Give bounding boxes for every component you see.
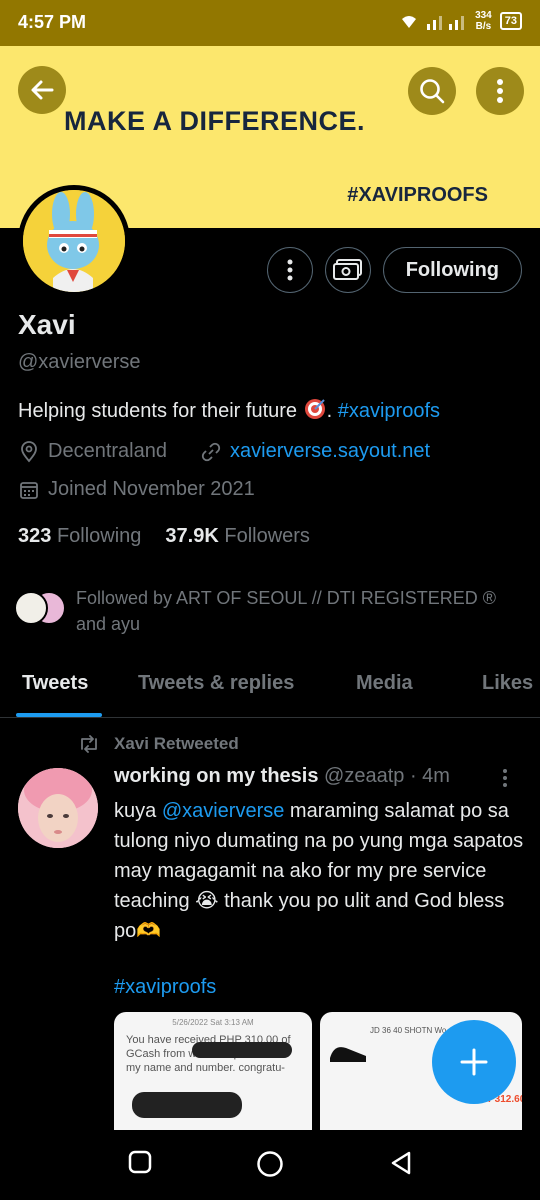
status-bar: 4:57 PM 334 B/s 73 <box>0 0 540 46</box>
search-button[interactable] <box>408 67 456 115</box>
status-time: 4:57 PM <box>18 12 87 32</box>
bio-separator: . <box>326 400 338 422</box>
bio-hashtag-link[interactable]: #xaviproofs <box>338 400 440 422</box>
joined-text: Joined November 2021 <box>48 478 255 500</box>
following-button[interactable]: Following <box>382 247 522 293</box>
money-icon <box>332 259 362 280</box>
redaction-bar <box>192 1042 292 1058</box>
profile-tabs: Tweets Tweets & replies Media Likes <box>0 660 540 718</box>
bio-text: Helping students for their future <box>18 400 303 422</box>
calendar-icon <box>20 481 38 499</box>
link-icon <box>201 442 221 461</box>
plus-icon <box>460 1048 488 1076</box>
tweet-time: · 4m <box>409 765 450 787</box>
banner-hashtag: #XAVIPROOFS <box>347 184 488 206</box>
more-vertical-icon <box>287 259 293 281</box>
profile-joined: Joined November 2021 <box>18 478 255 501</box>
profile-website[interactable]: xavierverse.sayout.net <box>200 440 430 463</box>
more-vertical-icon <box>503 769 507 787</box>
tweet-header: working on my thesis @zeaatp · 4m <box>114 765 450 788</box>
profile-actions: Following <box>266 247 522 293</box>
triangle-back-icon <box>391 1151 411 1175</box>
redaction-bar <box>132 1092 242 1118</box>
recents-button[interactable] <box>128 1150 152 1179</box>
battery-indicator: 73 <box>499 12 522 30</box>
target-emoji-icon <box>304 399 325 419</box>
tab-likes[interactable]: Likes <box>482 672 533 695</box>
home-button[interactable] <box>256 1150 284 1183</box>
status-icons: 334 B/s 73 <box>399 10 522 32</box>
arrow-left-icon <box>31 80 54 100</box>
profile-bio: Helping students for their future . #xav… <box>18 397 440 423</box>
back-button[interactable] <box>18 66 66 114</box>
followed-by-avatars <box>14 591 74 627</box>
more-options-button[interactable] <box>476 67 524 115</box>
receipt-date: 5/26/2022 Sat 3:13 AM <box>172 1018 254 1027</box>
followers-count: 37.9K <box>165 525 219 547</box>
location-text: Decentraland <box>48 440 167 462</box>
followers-label: Followers <box>224 525 310 547</box>
tab-media[interactable]: Media <box>356 672 413 695</box>
network-speed: 334 B/s <box>475 10 492 32</box>
website-link[interactable]: xavierverse.sayout.net <box>230 440 430 463</box>
active-tab-indicator <box>16 713 102 717</box>
profile-handle: @xavierverse <box>18 351 141 373</box>
banner-headline: MAKE A DIFFERENCE. <box>64 106 366 136</box>
signal-icon <box>427 16 465 30</box>
more-vertical-icon <box>497 79 503 103</box>
tweet-text: kuya @xavierverse maraming salamat po sa… <box>114 800 524 942</box>
back-nav-button[interactable] <box>388 1150 414 1181</box>
profile-avatar[interactable] <box>18 185 130 297</box>
follower-avatar <box>14 591 48 625</box>
compose-tweet-button[interactable] <box>432 1020 516 1104</box>
tip-button[interactable] <box>324 247 371 293</box>
tab-tweets[interactable]: Tweets <box>22 672 88 695</box>
search-icon <box>420 79 445 104</box>
profile-name: Xavi <box>18 309 76 340</box>
tweet-author-avatar[interactable] <box>18 768 98 848</box>
tweet-author-name[interactable]: working on my thesis <box>114 765 318 787</box>
wifi-icon <box>402 16 417 28</box>
square-icon <box>128 1150 152 1174</box>
circle-icon <box>257 1151 283 1177</box>
tweet-image-gcash-receipt[interactable]: 5/26/2022 Sat 3:13 AM You have received … <box>114 1012 312 1132</box>
tweet-author-handle[interactable]: @zeaatp <box>324 765 404 787</box>
location-pin-icon <box>21 440 37 462</box>
tweet-hashtag-link[interactable]: #xaviproofs <box>114 976 216 999</box>
following-count: 323 <box>18 525 52 547</box>
mascot-avatar-image <box>23 190 125 292</box>
profile-location: Decentraland <box>18 440 167 463</box>
tweet-more-button[interactable] <box>502 768 508 793</box>
following-label: Following <box>56 525 142 547</box>
followed-by-text: Followed by ART OF SEOUL // DTI REGISTER… <box>76 588 497 634</box>
author-photo <box>18 768 98 848</box>
shoe-image <box>330 1047 366 1062</box>
retweeted-by-text: Xavi Retweeted <box>114 734 239 753</box>
following-count-link[interactable]: 323 Following <box>18 525 141 548</box>
profile-more-button[interactable] <box>266 247 313 293</box>
retweet-context[interactable]: Xavi Retweeted <box>78 734 239 754</box>
follow-counts: 323 Following 37.9K Followers <box>18 525 310 548</box>
followers-count-link[interactable]: 37.9K Followers <box>165 525 310 548</box>
tweet-mention-link[interactable]: @xavierverse <box>162 800 285 822</box>
order-title: JD 36 40 SHOTN Wo <box>370 1026 447 1035</box>
retweet-icon <box>81 735 97 753</box>
system-navigation-bar <box>0 1130 540 1200</box>
tab-tweets-replies[interactable]: Tweets & replies <box>138 672 294 695</box>
